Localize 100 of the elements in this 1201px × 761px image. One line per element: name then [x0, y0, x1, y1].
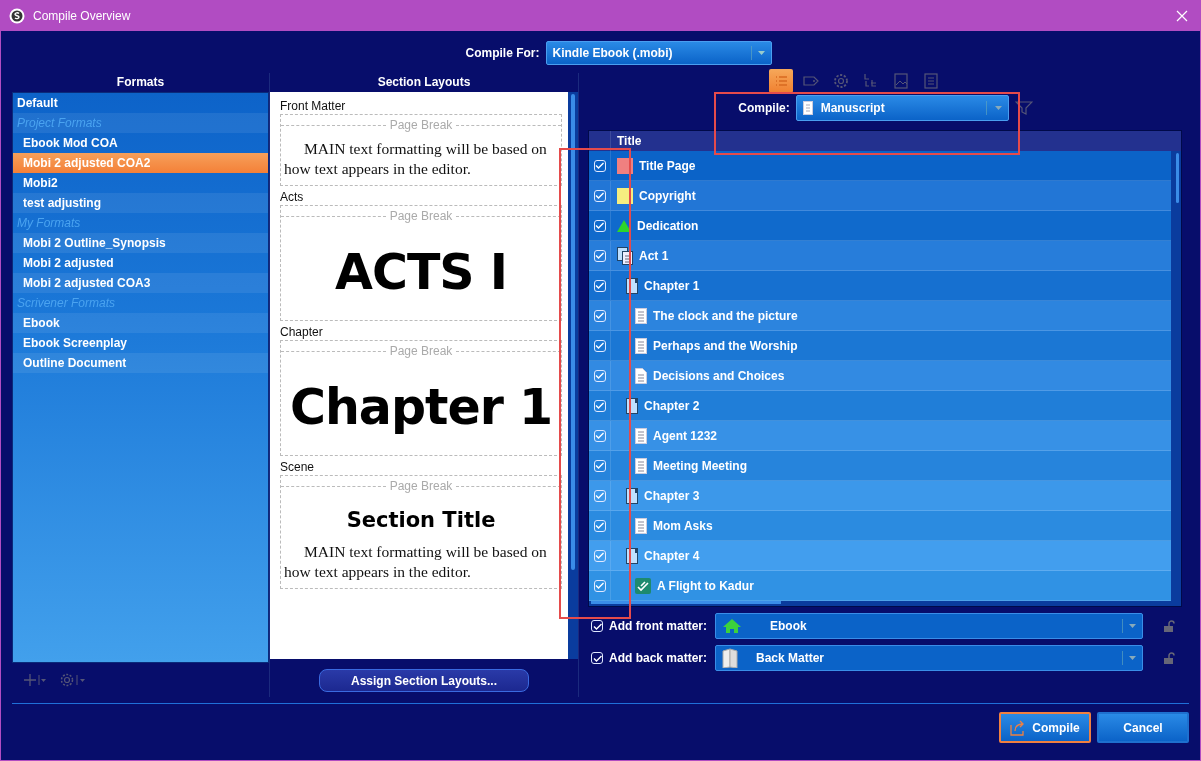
- checkbox[interactable]: [593, 249, 606, 262]
- outline-item-title[interactable]: The clock and the picture: [653, 308, 798, 323]
- sample-heading: ACTS I: [334, 244, 508, 302]
- format-item[interactable]: Ebook Mod COA: [13, 132, 268, 153]
- sample-text: MAIN text formatting will be based on how text appears in the editor.: [283, 542, 548, 582]
- outline-item-title[interactable]: Dedication: [637, 218, 699, 233]
- format-item[interactable]: Mobi 2 adjusted COA3: [13, 272, 268, 293]
- compile-for-dropdown[interactable]: Kindle Ebook (.mobi): [545, 41, 772, 65]
- toolbar-tab[interactable]: [769, 69, 793, 93]
- settings-icon[interactable]: [60, 673, 86, 687]
- matter-label: Add back matter:: [609, 651, 709, 665]
- outline-item-title[interactable]: Act 1: [639, 248, 669, 263]
- outline-item-title[interactable]: Meeting Meeting: [653, 458, 747, 473]
- outline-item-title[interactable]: Decisions and Choices: [653, 368, 785, 383]
- caret-icon: [994, 106, 1002, 110]
- layout-card[interactable]: Page Break Chapter 1: [280, 340, 562, 456]
- close-icon[interactable]: [1176, 9, 1188, 22]
- checkbox[interactable]: [593, 549, 606, 562]
- checked-card-icon: [635, 577, 651, 594]
- checkbox[interactable]: [591, 620, 603, 632]
- checkmark-icon: [595, 342, 604, 349]
- format-item[interactable]: Mobi 2 adjusted COA2: [13, 152, 268, 173]
- column-header[interactable]: Title: [611, 134, 642, 148]
- checkbox[interactable]: [593, 459, 606, 472]
- sample-heading: Chapter 1: [289, 379, 553, 437]
- checkbox[interactable]: [593, 369, 606, 382]
- outline-item-title[interactable]: Chapter 3: [644, 488, 700, 503]
- checkbox[interactable]: [593, 219, 606, 232]
- layout-card[interactable]: Page Break ACTS I: [280, 205, 562, 321]
- checkbox[interactable]: [593, 399, 606, 412]
- column-heading: Formats: [115, 74, 166, 91]
- format-item[interactable]: Mobi 2 Outline_Synopsis: [13, 232, 268, 253]
- checkmark-icon: [595, 522, 604, 529]
- checkbox[interactable]: [593, 579, 606, 592]
- document-icon: [802, 101, 813, 115]
- layout-card[interactable]: Page Break Section Title MAIN text formatting will be based on how text appears in the editor.: [280, 475, 562, 589]
- lock-icon[interactable]: [1163, 652, 1175, 664]
- checkbox[interactable]: [593, 339, 606, 352]
- outline-item-title[interactable]: Title Page: [639, 158, 696, 173]
- checkbox[interactable]: [593, 489, 606, 502]
- format-item[interactable]: Mobi 2 adjusted: [13, 252, 268, 273]
- checkbox[interactable]: [593, 519, 606, 532]
- matter-dropdown[interactable]: Back Matter: [715, 645, 1143, 671]
- format-item[interactable]: Ebook: [13, 312, 268, 333]
- caret-icon: [1129, 624, 1136, 628]
- format-item[interactable]: Mobi2: [13, 172, 268, 193]
- checkbox[interactable]: [593, 309, 606, 322]
- cancel-button[interactable]: Cancel: [1097, 712, 1189, 743]
- checkmark-icon: [595, 402, 604, 409]
- format-item[interactable]: Default: [13, 92, 268, 113]
- layout-card[interactable]: Page Break MAIN text formatting will be based on how text appears in the editor.: [280, 114, 562, 186]
- filter-icon[interactable]: [1014, 101, 1033, 115]
- format-item[interactable]: test adjusting: [13, 192, 268, 213]
- folder-page-icon: [626, 397, 638, 414]
- checkbox[interactable]: [593, 189, 606, 202]
- outline-item-title[interactable]: Mom Asks: [653, 518, 713, 533]
- page-break-label: Page Break: [389, 344, 453, 358]
- add-icon[interactable]: [24, 674, 46, 686]
- checkmark-icon: [595, 222, 604, 229]
- compile-button[interactable]: Compile: [999, 712, 1091, 743]
- checkmark-icon: [595, 162, 604, 169]
- export-icon: [1010, 719, 1027, 736]
- text-page-icon: [635, 517, 647, 534]
- image-icon: [892, 72, 910, 90]
- document-stack-icon: [617, 246, 633, 265]
- house-icon: [722, 618, 742, 634]
- outline-item-title[interactable]: Chapter 1: [644, 278, 700, 293]
- folder-page-icon: [626, 487, 638, 504]
- outline-item-title[interactable]: Perhaps and the Worship: [653, 338, 798, 353]
- format-item[interactable]: Ebook Screenplay: [13, 332, 268, 353]
- assign-layouts-button[interactable]: Assign Section Layouts...: [319, 669, 529, 692]
- checkmark-icon: [595, 462, 604, 469]
- checkbox[interactable]: [591, 652, 603, 664]
- sample-text: MAIN text formatting will be based on how text appears in the editor.: [283, 139, 548, 179]
- checkmark-icon: [595, 582, 604, 589]
- outline-item-title[interactable]: Chapter 2: [644, 398, 700, 413]
- triangle-icon: [617, 219, 631, 232]
- checkmark-icon: [595, 372, 604, 379]
- checkbox[interactable]: [593, 159, 606, 172]
- outline-item-title[interactable]: A Flight to Kadur: [657, 578, 754, 593]
- format-item[interactable]: Outline Document: [13, 352, 268, 373]
- caret-icon: [1129, 656, 1136, 660]
- scrollbar[interactable]: [568, 92, 578, 659]
- text-page-icon: [635, 427, 647, 444]
- checkmark-icon: [595, 492, 604, 499]
- outline-item-title[interactable]: Agent 1232: [653, 428, 718, 443]
- checkbox[interactable]: [593, 429, 606, 442]
- document-icon: [635, 367, 647, 384]
- layout-label: Front Matter: [280, 99, 347, 114]
- sample-title: Section Title: [345, 508, 497, 532]
- outline-item-title[interactable]: Chapter 4: [644, 548, 700, 563]
- text-page-icon: [635, 337, 647, 354]
- text-page-icon: [635, 457, 647, 474]
- page-icon: [922, 72, 940, 90]
- lock-icon[interactable]: [1163, 620, 1175, 632]
- checkbox[interactable]: [593, 279, 606, 292]
- checkmark-icon: [595, 252, 604, 259]
- outline-item-title[interactable]: Copyright: [639, 188, 696, 203]
- compile-dropdown[interactable]: Manuscript: [795, 95, 1009, 121]
- matter-dropdown[interactable]: Ebook: [715, 613, 1143, 639]
